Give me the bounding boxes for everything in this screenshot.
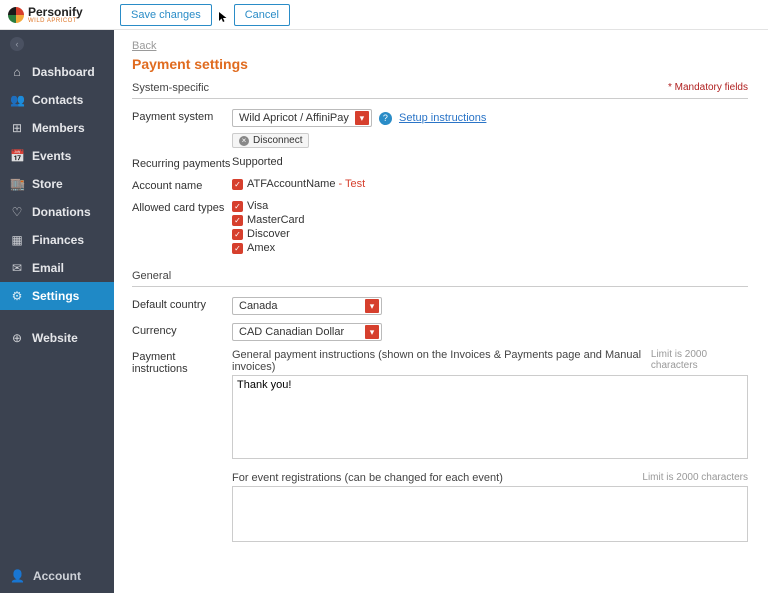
people-icon: 👥 (10, 93, 24, 107)
label-default-country: Default country (132, 297, 232, 311)
calendar-icon: 📅 (10, 149, 24, 163)
char-limit-events: Limit is 2000 characters (642, 472, 748, 484)
value-account-name: ATFAccountName (247, 178, 335, 190)
check-icon: ✓ (232, 179, 243, 190)
sidebar-item-contacts[interactable]: 👥 Contacts (0, 86, 114, 114)
label-allowed-cards: Allowed card types (132, 200, 232, 214)
payment-system-select[interactable]: Wild Apricot / AffiniPay ▾ (232, 109, 372, 127)
check-icon: ✓ (232, 215, 243, 226)
mail-icon: ✉ (10, 261, 24, 275)
brand-name: Personify (28, 6, 83, 18)
logo: Personify WILD APRICOT (8, 6, 114, 24)
sidebar-item-events[interactable]: 📅 Events (0, 142, 114, 170)
value-recurring: Supported (232, 156, 748, 168)
sidebar-item-label: Contacts (32, 93, 83, 107)
sidebar-item-label: Store (32, 177, 63, 191)
cursor-icon (218, 11, 228, 23)
chevron-left-icon: ‹ (10, 37, 24, 51)
select-value: CAD Canadian Dollar (239, 326, 344, 338)
sidebar-item-label: Settings (32, 289, 79, 303)
check-icon: ✓ (232, 243, 243, 254)
char-limit-general: Limit is 2000 characters (651, 349, 748, 373)
sidebar-item-label: Members (32, 121, 85, 135)
section-label: System-specific (132, 82, 209, 94)
sidebar-item-account[interactable]: 👤 Account (0, 559, 114, 593)
globe-icon: ⊕ (10, 331, 24, 345)
disconnect-label: Disconnect (253, 135, 302, 146)
logo-icon (8, 7, 24, 23)
sidebar-item-dashboard[interactable]: ⌂ Dashboard (0, 58, 114, 86)
label-account-name: Account name (132, 178, 232, 192)
label-currency: Currency (132, 323, 232, 337)
user-icon: 👤 (10, 569, 25, 583)
sidebar: ‹ ⌂ Dashboard 👥 Contacts ⊞ Members 📅 Events … (0, 30, 114, 593)
sidebar-item-label: Website (32, 331, 78, 345)
card-label: Visa (247, 200, 268, 212)
check-icon: ✓ (232, 201, 243, 212)
sidebar-item-label: Finances (32, 233, 84, 247)
select-value: Wild Apricot / AffiniPay (239, 112, 349, 124)
select-value: Canada (239, 300, 278, 312)
card-type-item: ✓ Visa (232, 200, 748, 212)
event-instructions-textarea[interactable] (232, 486, 748, 542)
card-label: MasterCard (247, 214, 304, 226)
content: Back Payment settings System-specific Ma… (114, 30, 768, 593)
account-test-suffix: - Test (335, 178, 365, 190)
home-icon: ⌂ (10, 65, 24, 79)
chevron-down-icon: ▾ (365, 299, 379, 313)
sidebar-collapse[interactable]: ‹ (0, 30, 114, 58)
section-general: General (132, 270, 748, 287)
card-label: Discover (247, 228, 290, 240)
gear-icon: ⚙ (10, 289, 24, 303)
card-type-item: ✓ Discover (232, 228, 748, 240)
save-button[interactable]: Save changes (120, 4, 212, 26)
sidebar-item-label: Donations (32, 205, 91, 219)
general-instructions-textarea[interactable] (232, 375, 748, 459)
page-title: Payment settings (132, 56, 748, 72)
finance-icon: ▦ (10, 233, 24, 247)
setup-instructions-link[interactable]: Setup instructions (399, 112, 486, 124)
topbar: Personify WILD APRICOT Save changes Canc… (0, 0, 768, 30)
instructions-heading-general: General payment instructions (shown on t… (232, 349, 651, 373)
sidebar-item-store[interactable]: 🏬 Store (0, 170, 114, 198)
help-icon[interactable]: ? (379, 112, 392, 125)
sidebar-item-donations[interactable]: ♡ Donations (0, 198, 114, 226)
instructions-heading-events: For event registrations (can be changed … (232, 472, 503, 484)
mandatory-note: Mandatory fields (668, 82, 748, 94)
sidebar-item-settings[interactable]: ⚙ Settings (0, 282, 114, 310)
store-icon: 🏬 (10, 177, 24, 191)
disconnect-button[interactable]: × Disconnect (232, 133, 309, 148)
brand-subtitle: WILD APRICOT (28, 18, 83, 24)
card-type-item: ✓ Amex (232, 242, 748, 254)
heart-icon: ♡ (10, 205, 24, 219)
card-label: Amex (247, 242, 275, 254)
allowed-card-types: ✓ Visa ✓ MasterCard ✓ Discover ✓ Amex (232, 200, 748, 256)
chevron-down-icon: ▾ (355, 111, 369, 125)
sidebar-item-finances[interactable]: ▦ Finances (0, 226, 114, 254)
sidebar-item-label: Events (32, 149, 71, 163)
default-country-select[interactable]: Canada ▾ (232, 297, 382, 315)
sidebar-item-members[interactable]: ⊞ Members (0, 114, 114, 142)
sidebar-nav: ⌂ Dashboard 👥 Contacts ⊞ Members 📅 Events 🏬 S… (0, 58, 114, 559)
back-link[interactable]: Back (132, 40, 156, 52)
chevron-down-icon: ▾ (365, 325, 379, 339)
label-payment-system: Payment system (132, 109, 232, 123)
card-type-item: ✓ MasterCard (232, 214, 748, 226)
sidebar-item-website[interactable]: ⊕ Website (0, 324, 114, 352)
currency-select[interactable]: CAD Canadian Dollar ▾ (232, 323, 382, 341)
label-recurring: Recurring payments (132, 156, 232, 170)
check-icon: ✓ (232, 229, 243, 240)
section-system-specific: System-specific Mandatory fields (132, 82, 748, 99)
sidebar-item-email[interactable]: ✉ Email (0, 254, 114, 282)
sidebar-item-label: Dashboard (32, 65, 95, 79)
grid-icon: ⊞ (10, 121, 24, 135)
cancel-button[interactable]: Cancel (234, 4, 290, 26)
close-icon: × (239, 136, 249, 146)
sidebar-item-label: Email (32, 261, 64, 275)
sidebar-item-label: Account (33, 569, 81, 583)
label-payment-instructions: Payment instructions (132, 349, 232, 375)
